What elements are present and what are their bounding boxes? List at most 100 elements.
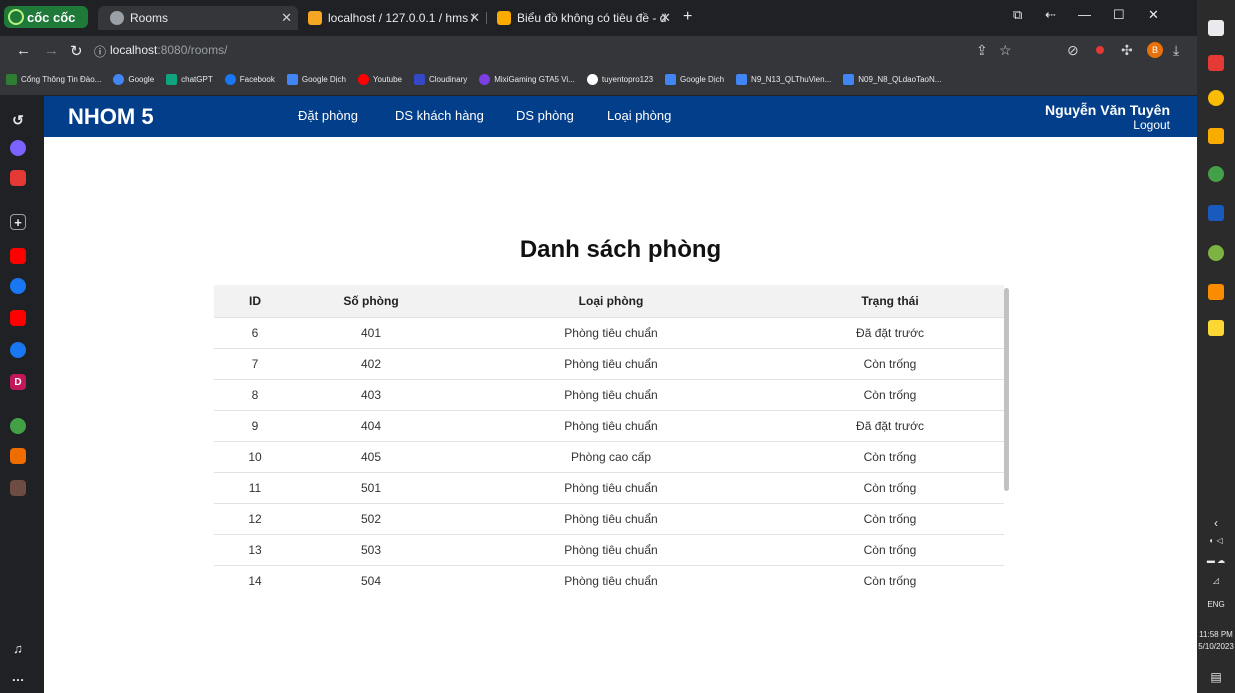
cell-id: 14 [214, 564, 296, 589]
docs-icon [843, 74, 855, 85]
tab-search-icon[interactable]: ⧉ [1013, 7, 1022, 23]
reload-icon[interactable]: ↻ [70, 42, 83, 60]
browser-logo[interactable]: cốc cốc [4, 6, 88, 28]
table-scrollbar-thumb[interactable] [1004, 288, 1009, 491]
folder-icon[interactable] [1208, 128, 1224, 144]
record-icon[interactable] [1096, 46, 1104, 54]
table-row: 10 405 Phòng cao cấp Còn trống [214, 440, 1004, 472]
bookmark-chatgpt[interactable]: chatGPT [166, 74, 213, 85]
logout-link[interactable]: Logout [1133, 118, 1170, 132]
bookmark-cong-thong-tin[interactable]: Cổng Thông Tin Đào... [6, 74, 101, 85]
bookmark-thuvien[interactable]: N9_N13_QLThuVien... [736, 74, 831, 85]
rooms-table: ID Số phòng Loại phòng Trạng thái 6 401 … [214, 285, 1004, 589]
maximize-icon[interactable]: ☐ [1113, 7, 1125, 23]
window-close-icon[interactable]: ✕ [1148, 7, 1159, 23]
close-icon[interactable]: ✕ [281, 10, 292, 26]
shop-icon[interactable] [10, 448, 26, 464]
bookmark-google-dich-2[interactable]: Google Dịch [665, 74, 724, 85]
bookmark-mixigaming[interactable]: MixiGaming GTA5 Vi... [479, 74, 575, 85]
block-icon[interactable]: ⊘ [1067, 42, 1079, 59]
nav-link-dat-phong[interactable]: Đặt phòng [298, 108, 358, 123]
clock-date[interactable]: 5/10/2023 [1197, 642, 1235, 651]
bookmark-facebook[interactable]: Facebook [224, 74, 275, 85]
back-icon[interactable]: ← [16, 42, 31, 59]
nav-link-loai-phong[interactable]: Loại phòng [607, 108, 671, 123]
bookmark-github[interactable]: tuyentopro123 [586, 74, 653, 85]
coccoc-icon[interactable] [1208, 166, 1224, 182]
nav-link-ds-phong[interactable]: DS phòng [516, 108, 574, 123]
youtube-icon[interactable] [10, 248, 26, 264]
site-info-icon[interactable]: ⓘ [94, 43, 106, 60]
cell-status: Đã đặt trước [776, 409, 1004, 441]
facebook-icon[interactable] [10, 342, 26, 358]
extensions-icon[interactable]: ✣ [1121, 42, 1133, 59]
more-icon[interactable]: … [10, 668, 26, 684]
cell-id: 9 [214, 409, 296, 441]
youtube-icon[interactable] [10, 310, 26, 326]
history-icon[interactable]: ↺ [10, 112, 26, 128]
language-indicator[interactable]: ENG [1197, 600, 1235, 609]
bookmark-youtube[interactable]: Youtube [357, 74, 402, 85]
forward-icon[interactable]: → [44, 42, 59, 59]
app-icon[interactable] [10, 170, 26, 186]
add-icon[interactable]: + [10, 214, 26, 230]
table-header-row: ID Số phòng Loại phòng Trạng thái [214, 285, 1004, 317]
word-icon[interactable] [1208, 205, 1224, 221]
close-icon[interactable]: ✕ [660, 10, 671, 26]
tab-rooms[interactable]: Rooms ✕ [98, 6, 298, 30]
bell-icon[interactable]: ♫ [10, 640, 26, 656]
mixigaming-icon [479, 74, 491, 85]
battery-cloud-icon[interactable]: ▬ ☁ [1197, 556, 1235, 565]
notification-icon[interactable]: ▤ [1197, 670, 1235, 684]
share-icon[interactable]: ⇪ [976, 42, 988, 59]
cell-room-number: 401 [296, 316, 446, 348]
cell-status: Còn trống [776, 440, 1004, 472]
back-arrow-icon[interactable]: ⇠ [1045, 7, 1056, 23]
url-host: localhost [110, 43, 158, 57]
bookmark-cloudinary[interactable]: Cloudinary [413, 74, 467, 85]
table-row: 13 503 Phòng tiêu chuẩn Còn trống [214, 533, 1004, 565]
facebook-icon[interactable] [10, 278, 26, 294]
bookmark-daotao[interactable]: N09_N8_QLdaoTaoN... [843, 74, 941, 85]
app-icon[interactable] [1208, 55, 1224, 71]
cell-room-type: Phòng tiêu chuẩn [446, 564, 776, 589]
network-volume-icon[interactable]: ◐ ◁ [1197, 536, 1235, 545]
cell-room-type: Phòng tiêu chuẩn [446, 378, 776, 410]
download-icon[interactable]: ⤓ [1173, 42, 1179, 59]
clock-time[interactable]: 11:58 PM [1197, 630, 1235, 639]
chrome-icon[interactable] [1208, 90, 1224, 106]
tool-icon[interactable] [1208, 320, 1224, 336]
tab-title: Rooms [130, 11, 169, 25]
bookmark-google-dich[interactable]: Google Dịch [286, 74, 346, 85]
cell-status: Còn trống [776, 502, 1004, 534]
close-icon[interactable]: ✕ [469, 10, 480, 26]
site-brand[interactable]: NHOM 5 [68, 104, 154, 130]
tab-chart[interactable]: Biểu đồ không có tiêu đề - d ✕ [487, 6, 677, 30]
bookmark-label: Youtube [372, 75, 402, 84]
wifi-icon[interactable]: ◿ [1197, 576, 1235, 585]
rooms-table-container[interactable]: ID Số phòng Loại phòng Trạng thái 6 401 … [214, 285, 1014, 589]
translate-icon [286, 74, 298, 85]
map-game-icon[interactable] [10, 480, 26, 496]
url-field[interactable]: localhost:8080/rooms/ [110, 43, 227, 57]
column-header-id: ID [214, 285, 296, 317]
minimize-icon[interactable]: — [1078, 7, 1091, 22]
spring-icon[interactable] [1208, 245, 1224, 261]
chevron-left-icon[interactable]: ‹ [1197, 516, 1235, 530]
game-icon[interactable] [10, 418, 26, 434]
messenger-icon[interactable] [10, 140, 26, 156]
bookmark-star-icon[interactable]: ☆ [999, 42, 1012, 59]
site-navbar: NHOM 5 Đặt phòng DS khách hàng DS phòng … [44, 96, 1197, 137]
xampp-icon[interactable] [1208, 284, 1224, 300]
nav-link-ds-khach-hang[interactable]: DS khách hàng [395, 108, 484, 123]
cell-status: Còn trống [776, 347, 1004, 379]
start-icon[interactable] [1208, 20, 1224, 36]
cell-room-type: Phòng cao cấp [446, 440, 776, 472]
tab-phpmyadmin[interactable]: localhost / 127.0.0.1 / hms / ✕ [298, 6, 486, 30]
bookmark-label: N9_N13_QLThuVien... [751, 75, 832, 84]
bookmark-google[interactable]: Google [113, 74, 154, 85]
bookmarks-bar: Cổng Thông Tin Đào... Google chatGPT Fac… [0, 64, 1197, 96]
d-app-icon[interactable]: D [10, 374, 26, 390]
new-tab-button[interactable]: + [683, 8, 692, 26]
profile-avatar[interactable]: B [1147, 42, 1163, 58]
